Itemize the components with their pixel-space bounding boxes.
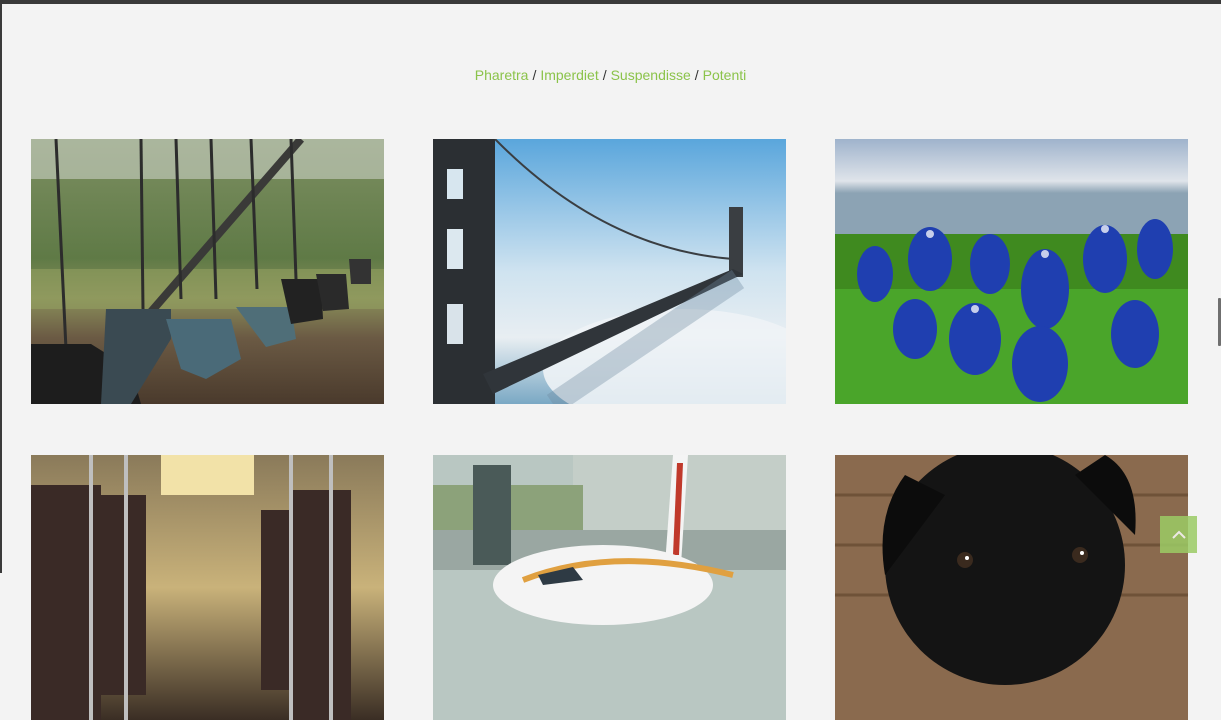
airplane-image [433, 455, 786, 720]
puppy-image [835, 455, 1188, 720]
chevron-up-icon [1171, 530, 1186, 539]
gallery-item-airplane[interactable] [433, 455, 786, 720]
flowers-image [835, 139, 1188, 404]
back-to-top-button[interactable] [1160, 516, 1197, 553]
gallery-item-puppy[interactable] [835, 455, 1188, 720]
gallery-item-flowers[interactable] [835, 139, 1188, 404]
left-border [0, 0, 2, 573]
gallery-item-bridge[interactable] [433, 139, 786, 404]
filter-suspendisse[interactable]: Suspendisse [611, 67, 691, 83]
top-border [0, 0, 1221, 4]
filter-potenti[interactable]: Potenti [703, 67, 747, 83]
portfolio-filters: Pharetra / Imperdiet / Suspendisse / Potenti [0, 67, 1221, 83]
filter-pharetra[interactable]: Pharetra [475, 67, 529, 83]
bus-image [31, 455, 384, 720]
gallery-item-bus[interactable] [31, 455, 384, 720]
bridge-image [433, 139, 786, 404]
gallery-item-swings[interactable] [31, 139, 384, 404]
filter-separator: / [694, 67, 699, 83]
filter-imperdiet[interactable]: Imperdiet [540, 67, 598, 83]
filter-separator: / [602, 67, 607, 83]
filter-separator: / [532, 67, 537, 83]
swings-image [31, 139, 384, 404]
